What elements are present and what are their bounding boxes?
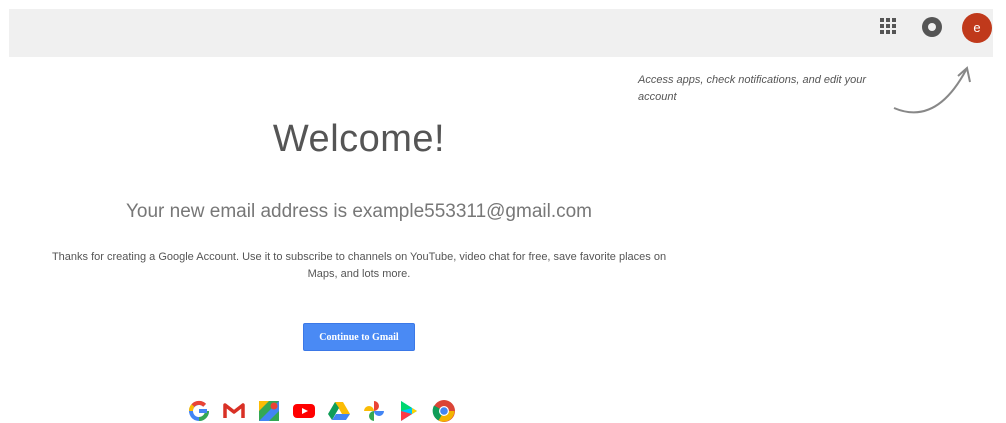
gmail-icon[interactable] xyxy=(222,399,246,423)
chrome-icon[interactable] xyxy=(432,399,456,423)
account-hint-text: Access apps, check notifications, and ed… xyxy=(638,74,867,103)
maps-icon[interactable] xyxy=(257,399,281,423)
new-email-address-text: Your new email address is example553311@… xyxy=(125,201,593,222)
apps-grid-icon[interactable] xyxy=(880,18,896,34)
page-title: Welcome! xyxy=(272,118,446,160)
avatar[interactable]: e xyxy=(962,13,992,43)
account-description: Thanks for creating a Google Account. Us… xyxy=(51,251,667,280)
youtube-icon[interactable] xyxy=(292,399,316,423)
top-bar xyxy=(9,9,993,57)
continue-to-gmail-button[interactable]: Continue to Gmail xyxy=(303,323,415,351)
photos-icon[interactable] xyxy=(362,399,386,423)
product-icons-row xyxy=(187,399,537,423)
play-store-icon[interactable] xyxy=(397,399,421,423)
hint-arrow-icon xyxy=(893,66,971,114)
drive-icon[interactable] xyxy=(327,399,351,423)
google-search-icon[interactable] xyxy=(187,399,211,423)
notifications-icon[interactable] xyxy=(922,17,942,37)
